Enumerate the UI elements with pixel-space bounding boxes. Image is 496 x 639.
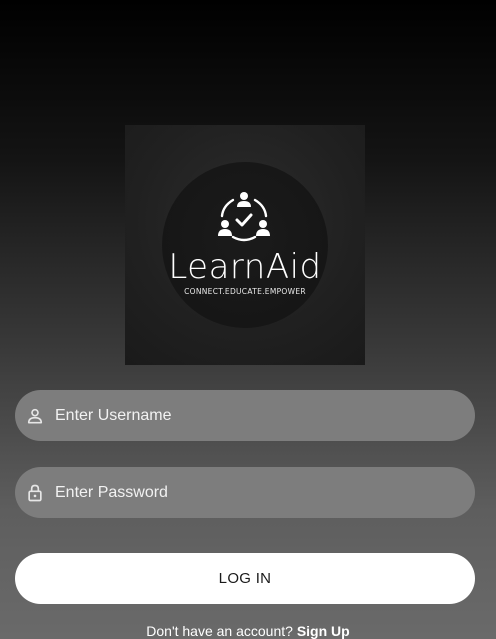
password-field[interactable]	[15, 467, 475, 518]
people-check-icon	[218, 192, 270, 242]
username-input[interactable]	[55, 390, 475, 441]
login-button[interactable]: LOG IN	[15, 553, 475, 604]
app-logo: LearnAid CONNECT.EDUCATE.EMPOWER	[125, 125, 365, 365]
logo-tagline: CONNECT.EDUCATE.EMPOWER	[184, 287, 306, 296]
username-field[interactable]	[15, 390, 475, 441]
person-icon	[25, 406, 45, 426]
signup-prompt-row: Don't have an account? Sign Up	[0, 622, 496, 639]
signup-link[interactable]: Sign Up	[297, 623, 350, 639]
lock-icon	[25, 483, 45, 503]
password-input[interactable]	[55, 467, 475, 518]
signup-prompt: Don't have an account?	[146, 623, 293, 639]
logo-wordmark: LearnAid	[168, 247, 322, 287]
